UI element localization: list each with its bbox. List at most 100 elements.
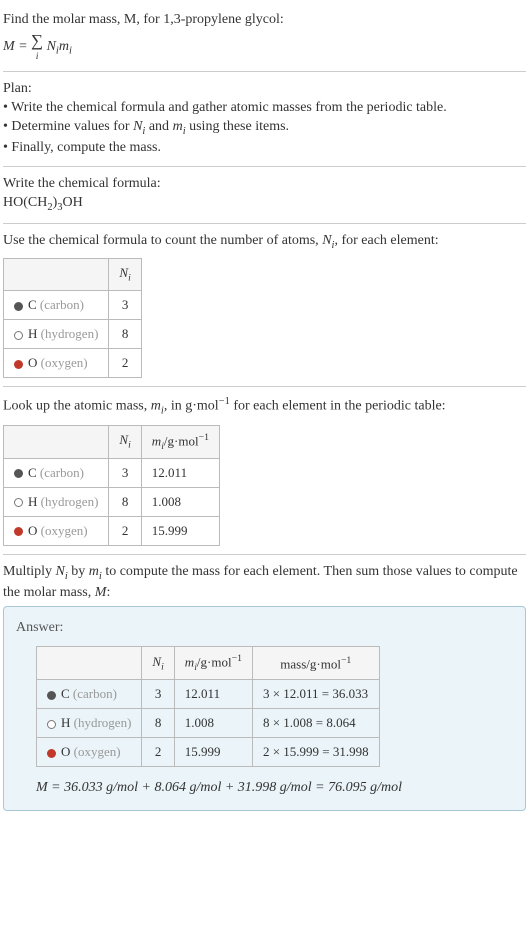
molar-mass-equation: M = ∑i Nimi xyxy=(3,30,526,63)
carbon-dot-icon xyxy=(14,302,23,311)
element-cell: H (hydrogen) xyxy=(4,487,109,516)
ae2p: (hydrogen) xyxy=(70,715,131,730)
table-row: H (hydrogen) 8 1.008 8 × 1.008 = 8.064 xyxy=(37,709,380,738)
chn: N xyxy=(322,233,331,248)
mhn: N xyxy=(119,432,128,447)
ahm: m xyxy=(185,655,194,670)
carbon-dot-icon xyxy=(14,469,23,478)
me1p: (carbon) xyxy=(37,465,84,480)
ae1p: (carbon) xyxy=(70,686,117,701)
hydrogen-dot-icon xyxy=(47,720,56,729)
plan-bullet-1: • Write the chemical formula and gather … xyxy=(3,99,526,118)
mhb: , in g·mol xyxy=(164,399,219,414)
mm2: 1.008 xyxy=(141,487,219,516)
cha: Use the chemical formula to count the nu… xyxy=(3,233,322,248)
mhu: /g·mol xyxy=(164,433,199,448)
element-cell: C (carbon) xyxy=(37,680,142,709)
header-m: mi/g·mol−1 xyxy=(174,647,252,680)
ar2: 8 × 1.008 = 8.064 xyxy=(252,709,379,738)
ar3: 2 × 15.999 = 31.998 xyxy=(252,738,379,767)
mun: N xyxy=(56,564,65,579)
table-row: O (oxygen) 2 15.999 2 × 15.999 = 31.998 xyxy=(37,738,380,767)
header-n: Ni xyxy=(109,425,141,458)
find-line: Find the molar mass, M, for 1,3-propylen… xyxy=(3,11,526,30)
element-cell: C (carbon) xyxy=(4,458,109,487)
me3: O xyxy=(28,523,37,538)
p2m: m xyxy=(173,119,183,134)
p2a: • Determine values for xyxy=(3,119,133,134)
e2: H xyxy=(28,326,37,341)
table-row: O (oxygen) 2 15.999 xyxy=(4,516,220,545)
ahu: /g·mol xyxy=(197,655,232,670)
e3: O xyxy=(28,355,37,370)
mm3: 15.999 xyxy=(141,516,219,545)
plan-heading: Plan: xyxy=(3,80,526,99)
mhe2: −1 xyxy=(199,432,209,443)
element-cell: O (oxygen) xyxy=(37,738,142,767)
e2p: (hydrogen) xyxy=(37,326,98,341)
muMv: M xyxy=(95,585,107,600)
chb: , for each element: xyxy=(334,233,438,248)
oxygen-dot-icon xyxy=(14,527,23,536)
sigma-icon: ∑ xyxy=(31,31,43,50)
mass-table: Ni mi/g·mol−1 C (carbon) 3 12.011 H (hyd… xyxy=(3,425,220,546)
mn1: 3 xyxy=(109,458,141,487)
plan-bullet-3: • Finally, compute the mass. xyxy=(3,139,526,158)
muby: by xyxy=(68,564,89,579)
ahns: i xyxy=(161,662,164,673)
count-heading: Use the chemical formula to count the nu… xyxy=(3,232,526,253)
answer-box: Answer: Ni mi/g·mol−1 mass/g·mol−1 C (ca… xyxy=(3,606,526,811)
ahe2: −1 xyxy=(341,655,351,666)
element-cell: C (carbon) xyxy=(4,291,109,320)
hydrogen-dot-icon xyxy=(14,331,23,340)
carbon-dot-icon xyxy=(47,691,56,700)
n2: 8 xyxy=(109,320,141,349)
header-n: Ni xyxy=(109,259,141,291)
element-cell: O (oxygen) xyxy=(4,516,109,545)
hydrogen-dot-icon xyxy=(14,498,23,507)
mhm: m xyxy=(151,399,161,414)
hns: i xyxy=(128,273,131,284)
element-cell: H (hydrogen) xyxy=(37,709,142,738)
chemical-formula: HO(CH2)3OH xyxy=(3,194,526,215)
eq-lhs: M = xyxy=(3,39,31,54)
mass-heading: Look up the atomic mass, mi, in g·mol−1 … xyxy=(3,395,526,419)
ahmass: mass/g·mol xyxy=(280,656,341,671)
mhc: for each element in the periodic table: xyxy=(230,399,446,414)
mhm2: m xyxy=(152,433,161,448)
am1: 12.011 xyxy=(174,680,252,709)
eq-m-sub: i xyxy=(69,45,72,56)
oxygen-dot-icon xyxy=(47,749,56,758)
mua: Multiply xyxy=(3,564,56,579)
an3: 2 xyxy=(142,738,174,767)
find-text: Find the molar mass, M, for 1,3-propylen… xyxy=(3,12,284,27)
mhe: −1 xyxy=(219,396,230,407)
ae3: O xyxy=(61,744,70,759)
e3p: (oxygen) xyxy=(37,355,87,370)
mha: Look up the atomic mass, xyxy=(3,399,151,414)
table-row: O (oxygen) 2 xyxy=(4,349,142,378)
me1: C xyxy=(28,465,37,480)
formula-section: Write the chemical formula: HO(CH2)3OH xyxy=(3,167,526,224)
me2: H xyxy=(28,494,37,509)
element-cell: H (hydrogen) xyxy=(4,320,109,349)
mum: m xyxy=(89,564,99,579)
table-header-row: Ni mi/g·mol−1 mass/g·mol−1 xyxy=(37,647,380,680)
n1: 3 xyxy=(109,291,141,320)
formula-heading: Write the chemical formula: xyxy=(3,175,526,194)
header-blank xyxy=(4,259,109,291)
plan-section: Plan: • Write the chemical formula and g… xyxy=(3,72,526,167)
header-n: Ni xyxy=(142,647,174,680)
f5: OH xyxy=(63,195,83,210)
header-blank xyxy=(37,647,142,680)
f1: HO(CH xyxy=(3,195,47,210)
multiply-heading: Multiply Ni by mi to compute the mass fo… xyxy=(3,563,526,603)
intro-section: Find the molar mass, M, for 1,3-propylen… xyxy=(3,3,526,72)
mn3: 2 xyxy=(109,516,141,545)
table-row: C (carbon) 3 12.011 3 × 12.011 = 36.033 xyxy=(37,680,380,709)
plan-bullet-2: • Determine values for Ni and mi using t… xyxy=(3,118,526,139)
count-section: Use the chemical formula to count the nu… xyxy=(3,224,526,388)
table-header-row: Ni xyxy=(4,259,142,291)
mhns: i xyxy=(128,440,131,451)
mucolon: : xyxy=(106,585,110,600)
